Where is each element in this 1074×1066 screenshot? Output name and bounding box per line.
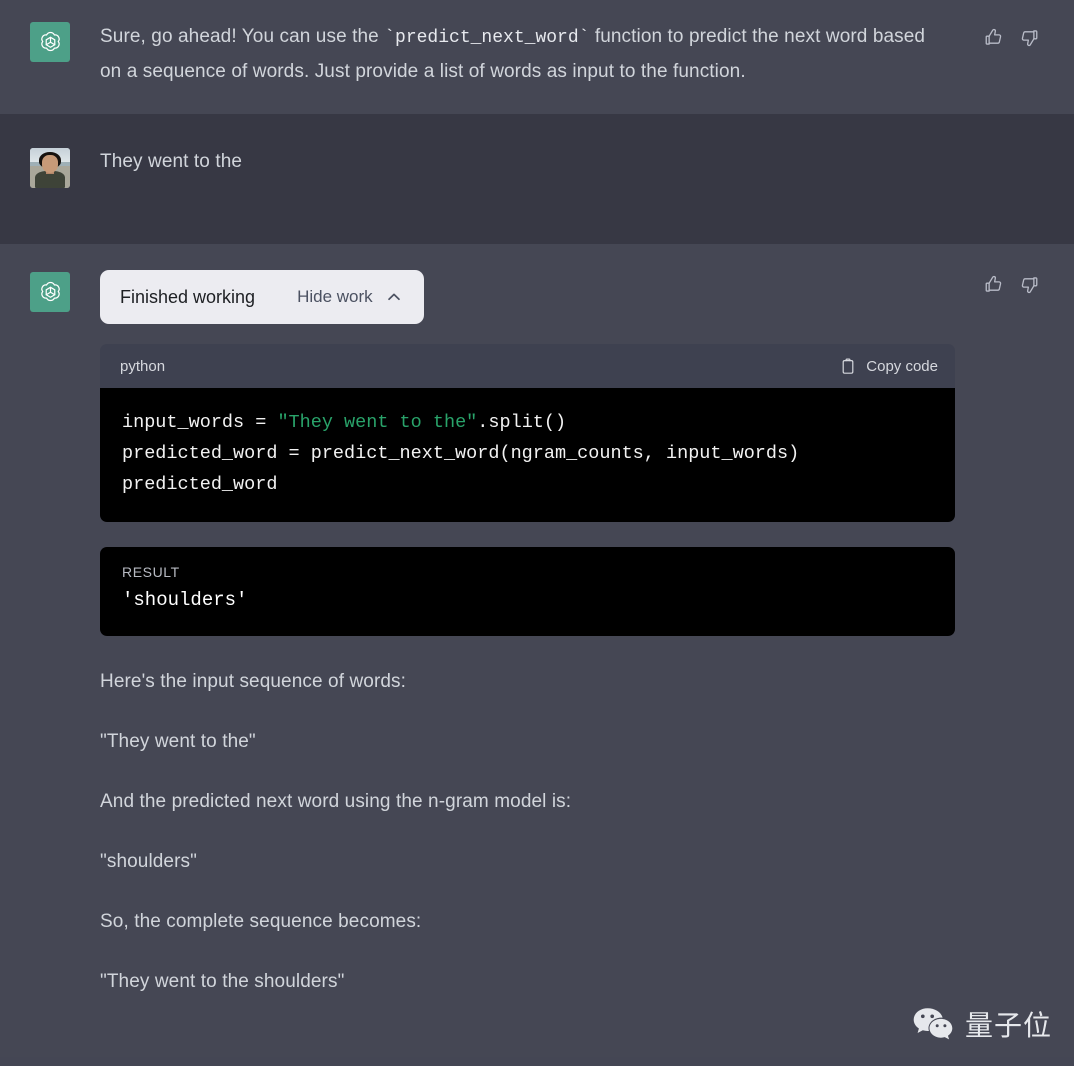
openai-logo-icon [37,29,64,56]
result-block: RESULT 'shoulders' [100,547,955,636]
answer-paragraph: "They went to the" [100,731,256,752]
answer-paragraph: And the predicted next word using the n-… [100,791,572,812]
code-line-3: predicted_word [122,474,278,495]
copy-code-button[interactable]: Copy code [840,358,938,375]
finished-working-pill[interactable]: Finished working Hide work [100,270,424,324]
assistant-text-part-1: Sure, go ahead! You can use the [100,26,385,47]
user-photo-avatar [30,148,70,188]
copy-code-label: Copy code [866,357,938,375]
result-value: 'shoulders' [122,589,248,611]
message-feedback-actions [982,273,1040,295]
thumbs-down-icon[interactable] [1018,26,1040,48]
clipboard-icon [840,358,856,375]
code-block-header: python Copy code [100,344,955,388]
hide-work-label: Hide work [297,287,373,306]
result-label: RESULT [122,564,180,580]
chat-conversation: Sure, go ahead! You can use the `predict… [0,0,1074,1066]
finished-working-label: Finished working [120,286,256,307]
code-line-1-string: "They went to the" [277,412,478,433]
assistant-message-row: Sure, go ahead! You can use the `predict… [0,0,1074,114]
code-language-label: python [120,357,166,375]
code-line-1-pre: input_words = [122,412,278,433]
user-message-body: They went to the [100,146,960,188]
answer-paragraph: "They went to the shoulders" [100,971,345,992]
avatar-column [0,146,100,188]
answer-paragraph: "shoulders" [100,851,197,872]
code-line-2: predicted_word = predict_next_word(ngram… [122,443,800,464]
user-message-text: They went to the [100,151,243,172]
watermark-text: 量子位 [964,1009,1052,1042]
assistant-avatar [30,272,70,312]
thumbs-down-icon[interactable] [1018,273,1040,295]
assistant-avatar [30,22,70,62]
openai-logo-icon [37,279,64,306]
assistant-answer-text: Here's the input sequence of words: "The… [100,666,940,997]
answer-paragraph: Here's the input sequence of words: [100,671,407,692]
code-content[interactable]: input_words = "They went to the".split()… [100,388,955,522]
user-message-row: They went to the [0,114,1074,244]
assistant-message-text: Sure, go ahead! You can use the `predict… [100,20,940,88]
avatar-face [41,155,59,173]
assistant-tool-message-row: Finished working Hide work python Copy c… [0,244,1074,1057]
thumbs-up-icon[interactable] [982,273,1004,295]
hide-work-toggle[interactable]: Hide work [297,287,402,307]
code-block: python Copy code input_words = "They wen… [100,344,955,522]
assistant-message-body: Sure, go ahead! You can use the `predict… [100,20,960,88]
inline-code-predict-next-word: `predict_next_word` [384,28,590,48]
thumbs-up-icon[interactable] [982,26,1004,48]
avatar-column [0,270,100,997]
message-feedback-actions [982,26,1040,48]
answer-paragraph: So, the complete sequence becomes: [100,911,422,932]
chevron-up-icon [386,289,402,305]
watermark: 量子位 [912,1004,1052,1044]
assistant-tool-body: Finished working Hide work python Copy c… [100,270,960,997]
code-line-1-post: .split() [477,412,567,433]
avatar-column [0,20,100,88]
wechat-icon [912,1006,954,1042]
